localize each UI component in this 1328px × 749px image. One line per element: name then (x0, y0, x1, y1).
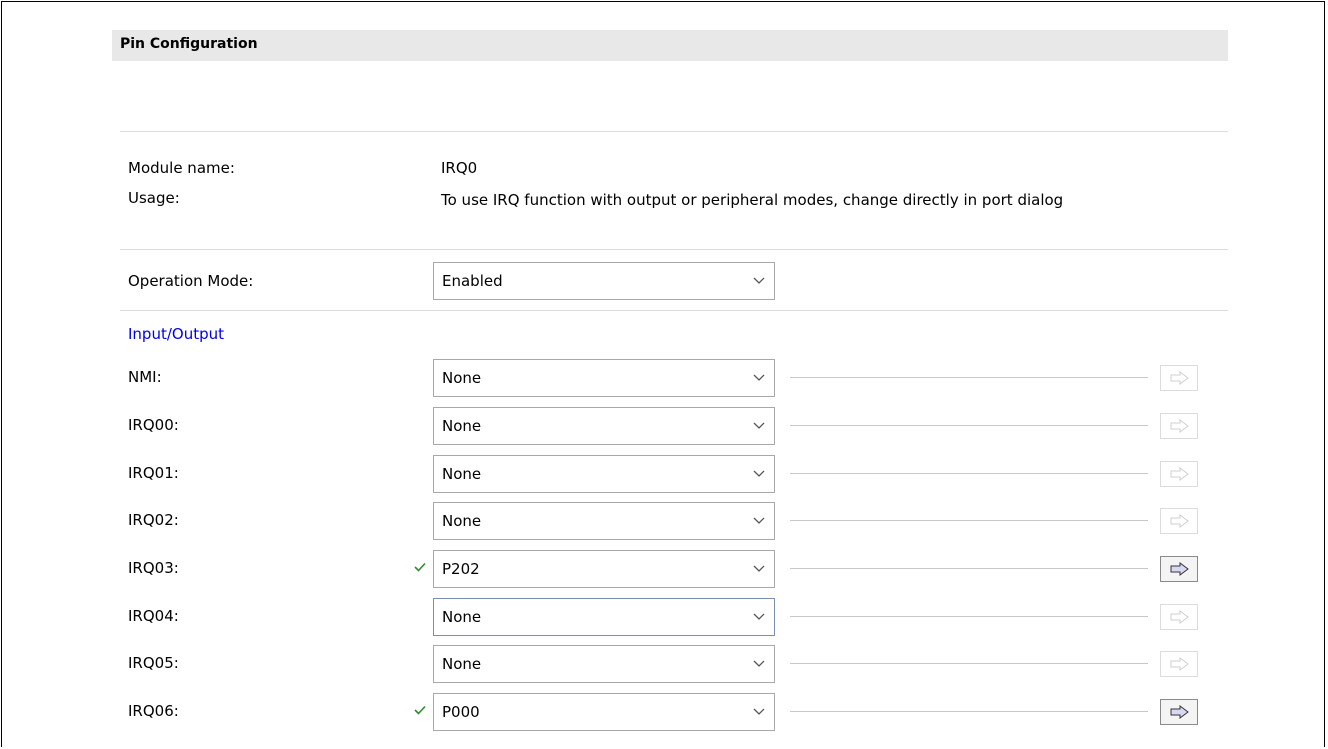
pin-label: IRQ01: (128, 464, 179, 482)
navigate-to-pin-button[interactable] (1160, 604, 1198, 630)
connector-line (790, 473, 1148, 474)
pin-select[interactable]: None (433, 598, 775, 636)
pin-label: IRQ04: (128, 607, 179, 625)
pin-select-value: P202 (442, 560, 480, 578)
pin-select[interactable]: P202 (433, 550, 775, 588)
pin-select[interactable]: P000 (433, 693, 775, 731)
module-name-value: IRQ0 (441, 159, 478, 177)
pin-label: IRQ05: (128, 654, 179, 672)
chevron-down-icon[interactable] (744, 599, 774, 635)
divider (120, 249, 1228, 250)
chevron-down-icon[interactable] (744, 646, 774, 682)
navigate-to-pin-button[interactable] (1160, 413, 1198, 439)
operation-mode-label: Operation Mode: (128, 272, 254, 290)
navigate-to-pin-button[interactable] (1160, 365, 1198, 391)
chevron-down-icon[interactable] (744, 263, 774, 299)
connector-line (790, 711, 1148, 712)
chevron-down-icon[interactable] (744, 360, 774, 396)
chevron-down-icon[interactable] (744, 456, 774, 492)
operation-mode-value: Enabled (442, 272, 503, 290)
pin-select-value: None (442, 512, 482, 530)
chevron-down-icon[interactable] (744, 551, 774, 587)
navigate-to-pin-button[interactable] (1160, 556, 1198, 582)
pin-label: IRQ02: (128, 511, 179, 529)
connector-line (790, 616, 1148, 617)
divider (120, 131, 1228, 132)
module-name-label: Module name: (128, 159, 235, 177)
pin-select-value: None (442, 465, 482, 483)
divider (120, 310, 1228, 311)
pin-label: IRQ00: (128, 416, 179, 434)
pin-select-value: None (442, 655, 482, 673)
connector-line (790, 663, 1148, 664)
pin-select-value: None (442, 417, 482, 435)
chevron-down-icon[interactable] (744, 503, 774, 539)
connector-line (790, 568, 1148, 569)
pin-select[interactable]: None (433, 502, 775, 540)
navigate-to-pin-button[interactable] (1160, 461, 1198, 487)
check-icon (414, 560, 426, 576)
pin-select-value: P000 (442, 703, 480, 721)
navigate-to-pin-button[interactable] (1160, 508, 1198, 534)
chevron-down-icon[interactable] (744, 408, 774, 444)
usage-text: To use IRQ function with output or perip… (441, 191, 1064, 209)
operation-mode-select[interactable]: Enabled (433, 262, 775, 300)
check-icon (414, 703, 426, 719)
usage-label: Usage: (128, 189, 180, 207)
pin-select[interactable]: None (433, 455, 775, 493)
pin-select-value: None (442, 369, 482, 387)
pin-label: NMI: (128, 368, 162, 386)
navigate-to-pin-button[interactable] (1160, 651, 1198, 677)
pin-select[interactable]: None (433, 407, 775, 445)
navigate-to-pin-button[interactable] (1160, 699, 1198, 725)
pin-select[interactable]: None (433, 645, 775, 683)
pin-select[interactable]: None (433, 359, 775, 397)
section-input-output: Input/Output (128, 325, 224, 343)
connector-line (790, 520, 1148, 521)
pin-label: IRQ03: (128, 559, 179, 577)
page-title: Pin Configuration (120, 36, 258, 52)
section-header: Pin Configuration (112, 30, 1228, 61)
pin-select-value: None (442, 608, 482, 626)
connector-line (790, 377, 1148, 378)
connector-line (790, 425, 1148, 426)
pin-label: IRQ06: (128, 702, 179, 720)
chevron-down-icon[interactable] (744, 694, 774, 730)
